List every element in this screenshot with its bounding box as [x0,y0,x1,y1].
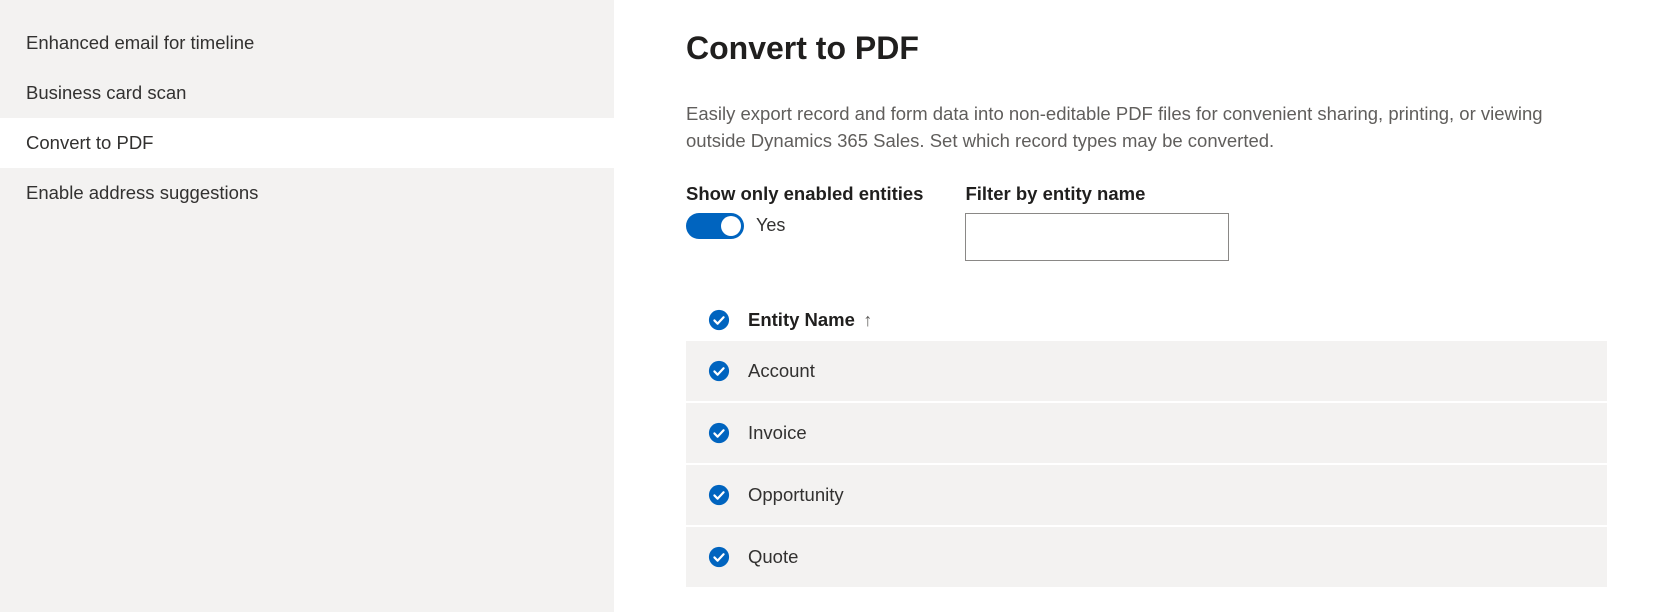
toggle-group: Show only enabled entities Yes [686,183,923,261]
sidebar: Enhanced email for timeline Business car… [0,0,614,612]
row-check-icon[interactable] [708,422,730,444]
main-content: Convert to PDF Easily export record and … [614,0,1663,612]
row-check-icon[interactable] [708,484,730,506]
select-all-check-icon[interactable] [708,309,730,331]
sidebar-item-business-card-scan[interactable]: Business card scan [0,68,614,118]
toggle-row: Yes [686,213,923,239]
entity-table: Entity Name ↑ Account Invoice Opportun [686,299,1607,589]
sort-ascending-icon: ↑ [863,310,872,330]
toggle-label: Show only enabled entities [686,183,923,205]
column-header-label: Entity Name [748,309,855,330]
table-row[interactable]: Quote [686,527,1607,589]
sidebar-item-enhanced-email[interactable]: Enhanced email for timeline [0,18,614,68]
sidebar-item-label: Enhanced email for timeline [26,32,254,53]
page-title: Convert to PDF [686,30,1607,67]
entity-name-cell: Account [748,360,815,382]
entity-name-cell: Opportunity [748,484,844,506]
sidebar-item-label: Enable address suggestions [26,182,258,203]
table-row[interactable]: Account [686,341,1607,403]
sidebar-item-enable-address-suggestions[interactable]: Enable address suggestions [0,168,614,218]
sidebar-item-convert-to-pdf[interactable]: Convert to PDF [0,118,614,168]
row-check-icon[interactable] [708,546,730,568]
table-row[interactable]: Opportunity [686,465,1607,527]
sidebar-item-label: Business card scan [26,82,186,103]
toggle-value-text: Yes [756,215,785,236]
filter-label: Filter by entity name [965,183,1229,205]
controls-row: Show only enabled entities Yes Filter by… [686,183,1607,261]
show-enabled-toggle[interactable] [686,213,744,239]
entity-name-cell: Invoice [748,422,807,444]
entity-name-cell: Quote [748,546,798,568]
table-header[interactable]: Entity Name ↑ [686,299,1607,341]
filter-group: Filter by entity name [965,183,1229,261]
table-row[interactable]: Invoice [686,403,1607,465]
sidebar-item-label: Convert to PDF [26,132,154,153]
page-description: Easily export record and form data into … [686,101,1606,155]
row-check-icon[interactable] [708,360,730,382]
filter-entity-input[interactable] [965,213,1229,261]
column-header-entity-name[interactable]: Entity Name ↑ [748,309,872,331]
toggle-knob [721,216,741,236]
